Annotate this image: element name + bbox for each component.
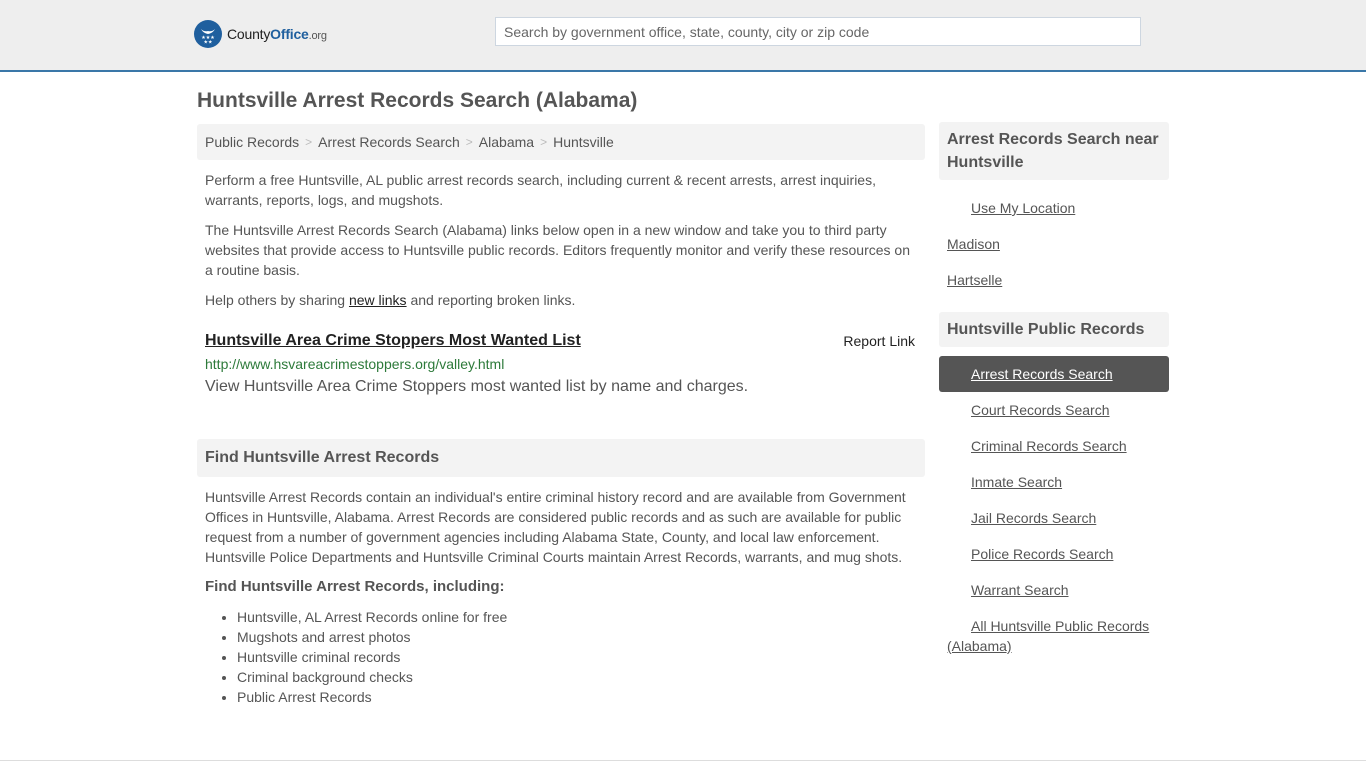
sidebar-item-hartselle: Hartselle: [939, 262, 1169, 298]
resource-item: Huntsville Area Crime Stoppers Most Want…: [197, 331, 925, 397]
arrest-records-link[interactable]: Arrest Records Search: [971, 366, 1113, 382]
nearby-header: Arrest Records Search near Huntsville: [939, 122, 1169, 180]
list-item: Criminal background checks: [237, 667, 925, 687]
all-public-records-link[interactable]: All Huntsville Public Records (Alabama): [947, 618, 1149, 654]
intro-text: Perform a free Huntsville, AL public arr…: [197, 170, 925, 310]
resource-description: View Huntsville Area Crime Stoppers most…: [205, 378, 749, 395]
page-title: Huntsville Arrest Records Search (Alabam…: [197, 89, 638, 112]
breadcrumb-separator: >: [305, 135, 313, 149]
logo-text-county: County: [227, 26, 271, 42]
breadcrumb-public-records[interactable]: Public Records: [205, 134, 299, 150]
intro-p3-text: Help others by sharing: [205, 292, 349, 308]
sidebar-item-madison: Madison: [939, 226, 1169, 262]
breadcrumb-huntsville[interactable]: Huntsville: [553, 134, 614, 150]
intro-paragraph-3: Help others by sharing new links and rep…: [205, 290, 917, 310]
sidebar-item-court-records: Court Records Search: [939, 392, 1169, 428]
find-section-body: Huntsville Arrest Records contain an ind…: [197, 487, 925, 597]
find-section-list: Huntsville, AL Arrest Records online for…: [197, 607, 925, 707]
sidebar-item-warrant-search: Warrant Search: [939, 572, 1169, 608]
list-item: Public Arrest Records: [237, 687, 925, 707]
public-records-list: Arrest Records Search Court Records Sear…: [939, 356, 1169, 664]
report-link-button[interactable]: Report Link: [843, 333, 915, 349]
list-item: Mugshots and arrest photos: [237, 627, 925, 647]
footer-divider: [0, 760, 1366, 761]
logo-text-office: Office: [270, 26, 309, 42]
breadcrumb-separator: >: [540, 135, 548, 149]
inmate-search-link[interactable]: Inmate Search: [971, 474, 1062, 490]
criminal-records-link[interactable]: Criminal Records Search: [971, 438, 1127, 454]
sidebar-item-use-my-location: Use My Location: [939, 190, 1169, 226]
nearby-list: Use My Location Madison Hartselle: [939, 190, 1169, 298]
sidebar-item-inmate-search: Inmate Search: [939, 464, 1169, 500]
svg-text:★★: ★★: [204, 40, 213, 45]
court-records-link[interactable]: Court Records Search: [971, 402, 1110, 418]
list-item: Huntsville, AL Arrest Records online for…: [237, 607, 925, 627]
breadcrumb: Public Records > Arrest Records Search >…: [197, 124, 925, 160]
site-header: ★★★ ★★ CountyOffice.org: [0, 0, 1366, 72]
use-my-location-link[interactable]: Use My Location: [971, 200, 1075, 216]
jail-records-link[interactable]: Jail Records Search: [971, 510, 1096, 526]
intro-paragraph-2: The Huntsville Arrest Records Search (Al…: [205, 222, 911, 278]
warrant-search-link[interactable]: Warrant Search: [971, 582, 1069, 598]
sidebar-item-jail-records: Jail Records Search: [939, 500, 1169, 536]
logo-text: CountyOffice.org: [227, 26, 327, 42]
eagle-logo-icon: ★★★ ★★: [194, 20, 222, 48]
sidebar: Arrest Records Search near Huntsville Us…: [939, 122, 1169, 664]
logo-text-org: .org: [308, 30, 327, 42]
sidebar-item-arrest-records[interactable]: Arrest Records Search: [939, 356, 1169, 392]
resource-url: http://www.hsvareacrimestoppers.org/vall…: [205, 356, 505, 372]
public-records-block: Huntsville Public Records Arrest Records…: [939, 312, 1169, 664]
sidebar-item-police-records: Police Records Search: [939, 536, 1169, 572]
breadcrumb-alabama[interactable]: Alabama: [479, 134, 534, 150]
resource-title-link[interactable]: Huntsville Area Crime Stoppers Most Want…: [205, 331, 581, 351]
new-links-link[interactable]: new links: [349, 292, 407, 308]
find-section-paragraph: Huntsville Arrest Records contain an ind…: [205, 489, 906, 565]
find-section-subheading: Find Huntsville Arrest Records, includin…: [205, 578, 505, 595]
search-bar: [495, 17, 1141, 46]
police-records-link[interactable]: Police Records Search: [971, 546, 1113, 562]
breadcrumb-arrest-records-search[interactable]: Arrest Records Search: [318, 134, 460, 150]
sidebar-item-criminal-records: Criminal Records Search: [939, 428, 1169, 464]
logo-link[interactable]: ★★★ ★★ CountyOffice.org: [194, 20, 327, 48]
intro-p3-text-end: and reporting broken links.: [406, 292, 576, 308]
find-section-header: Find Huntsville Arrest Records: [197, 439, 925, 477]
list-item: Huntsville criminal records: [237, 647, 925, 667]
intro-paragraph-1: Perform a free Huntsville, AL public arr…: [205, 172, 876, 208]
public-records-header: Huntsville Public Records: [939, 312, 1169, 347]
breadcrumb-separator: >: [465, 135, 473, 149]
madison-link[interactable]: Madison: [947, 236, 1000, 252]
sidebar-item-all-public-records: All Huntsville Public Records (Alabama): [939, 608, 1169, 664]
hartselle-link[interactable]: Hartselle: [947, 272, 1002, 288]
main-content: Public Records > Arrest Records Search >…: [197, 124, 925, 707]
search-input[interactable]: [495, 17, 1141, 46]
